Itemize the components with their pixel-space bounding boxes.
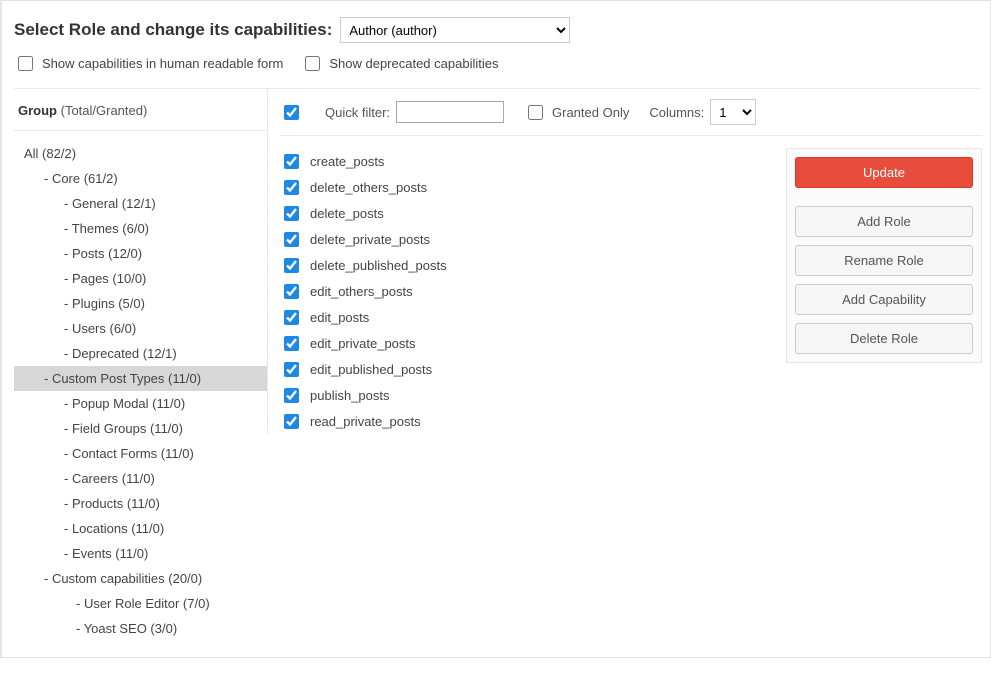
quick-filter-label: Quick filter: bbox=[325, 105, 390, 120]
tree-item[interactable]: - Custom Post Types (11/0) bbox=[14, 366, 267, 391]
capability-label: read_private_posts bbox=[310, 414, 421, 429]
group-tree: All (82/2)- Core (61/2)- General (12/1)-… bbox=[14, 141, 267, 641]
filter-bar: Quick filter: Granted Only Columns: 1 bbox=[280, 99, 980, 135]
deprecated-checkbox[interactable] bbox=[305, 56, 320, 71]
human-readable-label: Show capabilities in human readable form bbox=[42, 56, 283, 71]
capability-checkbox[interactable] bbox=[284, 362, 299, 377]
capability-item: edit_published_posts bbox=[280, 356, 776, 382]
tree-item[interactable]: - Locations (11/0) bbox=[14, 516, 267, 541]
capability-item: delete_published_posts bbox=[280, 252, 776, 278]
capability-checkbox[interactable] bbox=[284, 232, 299, 247]
mid-lower: create_posts delete_others_posts delete_po… bbox=[280, 135, 982, 434]
capability-checkbox[interactable] bbox=[284, 336, 299, 351]
capability-checkbox[interactable] bbox=[284, 284, 299, 299]
capability-list: create_posts delete_others_posts delete_po… bbox=[280, 148, 776, 434]
capability-item: create_posts bbox=[280, 148, 776, 174]
deprecated-label: Show deprecated capabilities bbox=[329, 56, 498, 71]
capability-checkbox[interactable] bbox=[284, 206, 299, 221]
tree-item[interactable]: - General (12/1) bbox=[14, 191, 267, 216]
tree-item[interactable]: - Custom capabilities (20/0) bbox=[14, 566, 267, 591]
columns: Group (Total/Granted) All (82/2)- Core (… bbox=[14, 89, 980, 641]
capability-label: delete_posts bbox=[310, 206, 384, 221]
capability-label: publish_posts bbox=[310, 388, 390, 403]
tree-item[interactable]: - Users (6/0) bbox=[14, 316, 267, 341]
columns-control: Columns: 1 bbox=[649, 99, 756, 125]
columns-select[interactable]: 1 bbox=[710, 99, 756, 125]
capability-label: edit_others_posts bbox=[310, 284, 413, 299]
capability-item: delete_posts bbox=[280, 200, 776, 226]
capability-label: edit_private_posts bbox=[310, 336, 416, 351]
capability-label: edit_posts bbox=[310, 310, 369, 325]
capability-label: delete_private_posts bbox=[310, 232, 430, 247]
capability-item: delete_private_posts bbox=[280, 226, 776, 252]
display-options: Show capabilities in human readable form… bbox=[14, 53, 980, 74]
header-row: Select Role and change its capabilities:… bbox=[14, 17, 980, 43]
capability-label: create_posts bbox=[310, 154, 384, 169]
tree-item[interactable]: - Pages (10/0) bbox=[14, 266, 267, 291]
capability-checkbox[interactable] bbox=[284, 414, 299, 429]
capability-label: delete_others_posts bbox=[310, 180, 427, 195]
tree-item[interactable]: - Products (11/0) bbox=[14, 491, 267, 516]
role-editor-panel: Select Role and change its capabilities:… bbox=[0, 0, 991, 658]
actions-panel: Update Add Role Rename Role Add Capabili… bbox=[786, 148, 982, 363]
main-area: Quick filter: Granted Only Columns: 1 cr… bbox=[267, 89, 980, 434]
tree-item[interactable]: - Yoast SEO (3/0) bbox=[14, 616, 267, 641]
capability-item: delete_others_posts bbox=[280, 174, 776, 200]
capability-item: read_private_posts bbox=[280, 408, 776, 434]
tree-item[interactable]: - User Role Editor (7/0) bbox=[14, 591, 267, 616]
tree-item[interactable]: - Deprecated (12/1) bbox=[14, 341, 267, 366]
update-button[interactable]: Update bbox=[795, 157, 973, 188]
human-readable-checkbox[interactable] bbox=[18, 56, 33, 71]
capability-checkbox[interactable] bbox=[284, 388, 299, 403]
capability-item: publish_posts bbox=[280, 382, 776, 408]
quick-filter: Quick filter: bbox=[325, 101, 504, 123]
columns-label: Columns: bbox=[649, 105, 704, 120]
capability-item: edit_posts bbox=[280, 304, 776, 330]
tree-item[interactable]: - Contact Forms (11/0) bbox=[14, 441, 267, 466]
tree-item[interactable]: - Core (61/2) bbox=[14, 166, 267, 191]
capability-checkbox[interactable] bbox=[284, 258, 299, 273]
tree-item[interactable]: All (82/2) bbox=[14, 141, 267, 166]
sidebar: Group (Total/Granted) All (82/2)- Core (… bbox=[14, 89, 267, 641]
tree-item[interactable]: - Themes (6/0) bbox=[14, 216, 267, 241]
tree-item[interactable]: - Careers (11/0) bbox=[14, 466, 267, 491]
select-all-checkbox[interactable] bbox=[284, 105, 299, 120]
add-capability-button[interactable]: Add Capability bbox=[795, 284, 973, 315]
add-role-button[interactable]: Add Role bbox=[795, 206, 973, 237]
tree-item[interactable]: - Field Groups (11/0) bbox=[14, 416, 267, 441]
header-label: Select Role and change its capabilities: bbox=[14, 20, 332, 40]
tree-item[interactable]: - Plugins (5/0) bbox=[14, 291, 267, 316]
capability-checkbox[interactable] bbox=[284, 154, 299, 169]
role-select[interactable]: Author (author) bbox=[340, 17, 570, 43]
rename-role-button[interactable]: Rename Role bbox=[795, 245, 973, 276]
granted-only-label: Granted Only bbox=[552, 105, 629, 120]
sidebar-heading: Group (Total/Granted) bbox=[14, 89, 267, 131]
capability-label: edit_published_posts bbox=[310, 362, 432, 377]
deprecated-toggle[interactable]: Show deprecated capabilities bbox=[301, 53, 498, 74]
capability-item: edit_private_posts bbox=[280, 330, 776, 356]
delete-role-button[interactable]: Delete Role bbox=[795, 323, 973, 354]
tree-item[interactable]: - Events (11/0) bbox=[14, 541, 267, 566]
granted-only-toggle[interactable]: Granted Only bbox=[524, 102, 629, 123]
quick-filter-input[interactable] bbox=[396, 101, 504, 123]
tree-item[interactable]: - Popup Modal (11/0) bbox=[14, 391, 267, 416]
granted-only-checkbox[interactable] bbox=[528, 105, 543, 120]
capability-checkbox[interactable] bbox=[284, 310, 299, 325]
capability-label: delete_published_posts bbox=[310, 258, 447, 273]
capability-checkbox[interactable] bbox=[284, 180, 299, 195]
tree-item[interactable]: - Posts (12/0) bbox=[14, 241, 267, 266]
human-readable-toggle[interactable]: Show capabilities in human readable form bbox=[14, 53, 283, 74]
capability-item: edit_others_posts bbox=[280, 278, 776, 304]
